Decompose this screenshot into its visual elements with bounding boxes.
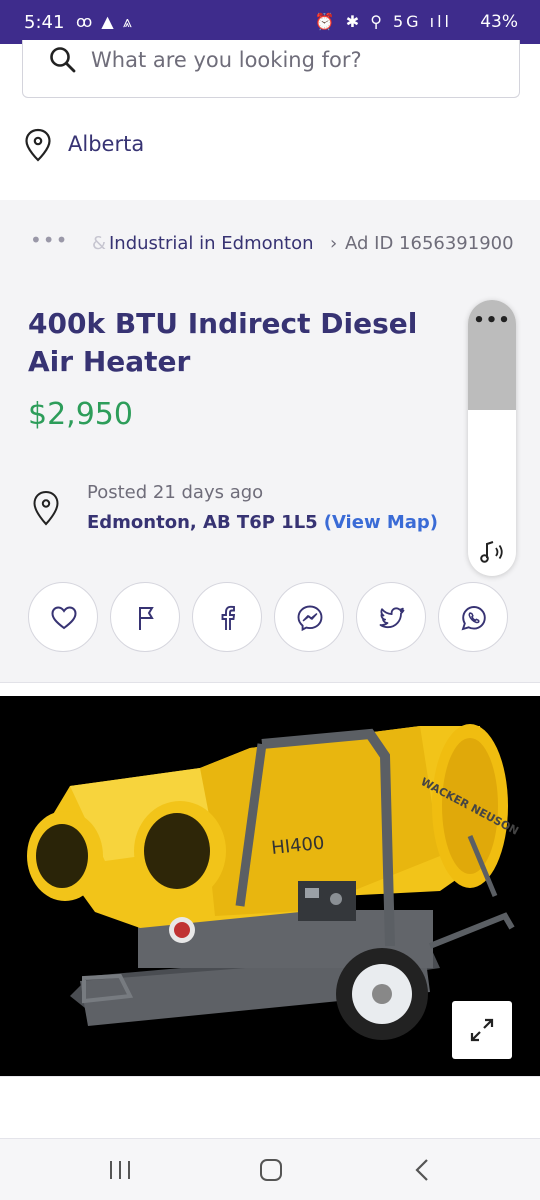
read-aloud-icon[interactable] (478, 538, 506, 566)
whatsapp-share-button[interactable] (438, 582, 508, 652)
ad-id: Ad ID 1656391900 (345, 233, 514, 254)
twitter-share-button[interactable] (356, 582, 426, 652)
status-bar: 5:41 ꝏ ▲ ⩓ ⏰ ✱ ⚲ 5G ıll 43% (0, 0, 540, 44)
whatsapp-icon (461, 606, 486, 631)
notification-icons: ꝏ ▲ ⩓ (76, 12, 134, 31)
breadcrumb-more[interactable]: ••• (30, 228, 68, 252)
system-navigation-bar (0, 1138, 540, 1200)
location-pin-icon (25, 128, 51, 162)
listing-price: $2,950 (28, 397, 133, 432)
posted-date: Posted 21 days ago (87, 482, 264, 503)
breadcrumb-faded-text: & (92, 233, 107, 254)
content-below-photo (0, 1076, 540, 1138)
messenger-icon (297, 605, 323, 632)
expand-photo-button[interactable] (452, 1001, 512, 1059)
view-map-link[interactable]: (View Map) (324, 512, 438, 533)
side-panel: ••• (468, 300, 516, 576)
expand-icon (470, 1018, 494, 1042)
listing-photo[interactable]: HI400 WACKER NEUSON (0, 696, 540, 1076)
address-text: Edmonton, AB T6P 1L5 (87, 512, 318, 533)
messenger-share-button[interactable] (274, 582, 344, 652)
back-icon[interactable] (412, 1157, 432, 1183)
twitter-icon (379, 607, 405, 629)
recent-apps-icon[interactable] (108, 1159, 132, 1181)
report-button[interactable] (110, 582, 180, 652)
favorite-button[interactable] (28, 582, 98, 652)
status-time: 5:41 (24, 12, 65, 33)
listing-address: Edmonton, AB T6P 1L5 (View Map) (87, 512, 438, 533)
breadcrumb-separator: › (330, 233, 338, 254)
flag-icon (139, 607, 154, 630)
search-placeholder: What are you looking for? (91, 48, 362, 72)
home-icon[interactable] (258, 1157, 284, 1183)
search-icon (50, 47, 76, 73)
breadcrumb: ••• & Industrial in Edmonton › Ad ID 165… (0, 228, 540, 262)
share-buttons (28, 582, 512, 654)
search-input[interactable]: What are you looking for? (22, 40, 520, 98)
breadcrumb-category-link[interactable]: Industrial in Edmonton (109, 233, 314, 254)
facebook-icon (221, 605, 236, 630)
side-menu-button[interactable]: ••• (468, 310, 516, 331)
battery-level: 43% (480, 12, 518, 32)
heart-icon (51, 606, 77, 630)
search-header: What are you looking for? Alberta (0, 40, 540, 200)
location-pin-icon (33, 490, 59, 526)
system-status-icons: ⏰ ✱ ⚲ 5G ıll (314, 12, 452, 31)
location-label: Alberta (68, 132, 145, 156)
listing-title: 400k BTU Indirect Diesel Air Heater (28, 307, 418, 378)
section-divider (0, 682, 540, 696)
facebook-share-button[interactable] (192, 582, 262, 652)
side-panel-handle[interactable]: ••• (468, 300, 516, 410)
